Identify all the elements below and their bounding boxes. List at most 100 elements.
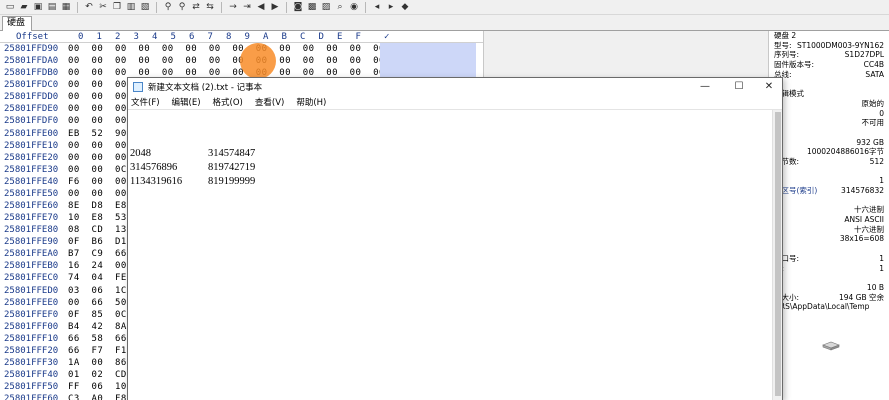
hex-bytes[interactable]: F6 00 00 <box>68 176 127 188</box>
info-value: ANSI ASCII <box>844 215 884 225</box>
notepad-text-area[interactable]: 2048 314574847 314576896 819742719 11343… <box>128 110 772 400</box>
hex-bytes[interactable]: 16 24 00 <box>68 260 127 272</box>
hex-bytes[interactable]: 0F 85 0C <box>68 309 127 321</box>
explore-icon[interactable]: ⌕ <box>334 2 346 13</box>
replace-icon[interactable]: ⇄ <box>190 2 202 13</box>
menu-edit[interactable]: 编辑(E) <box>172 96 201 108</box>
menu-help[interactable]: 帮助(H) <box>296 96 326 108</box>
hex-offset: 25801FFE30 <box>4 164 59 175</box>
copy-icon[interactable]: ❐ <box>111 2 123 13</box>
ascii-selection[interactable] <box>380 55 476 68</box>
column-header: D <box>318 32 324 42</box>
properties-icon[interactable]: ▦ <box>60 2 72 13</box>
hex-bytes[interactable]: 00 00 00 <box>68 115 127 127</box>
info-row <box>769 128 889 138</box>
scrollbar-thumb[interactable] <box>775 112 781 396</box>
print-icon[interactable]: ▤ <box>46 2 58 13</box>
back-icon[interactable]: ◀ <box>255 2 267 13</box>
hex-bytes[interactable]: 66 58 66 <box>68 333 127 345</box>
hex-bytes[interactable]: 00 00 00 <box>68 152 127 164</box>
hex-bytes[interactable]: 8E D8 E8 <box>68 200 127 212</box>
menu-format[interactable]: 格式(O) <box>213 96 243 108</box>
ram-icon[interactable]: ▩ <box>306 2 318 13</box>
info-value: ST1000DM003-9YN162 <box>797 40 884 50</box>
find-hex-icon[interactable]: ⚲ <box>176 2 188 13</box>
hex-bytes[interactable]: C3 A0 F8 <box>68 393 127 400</box>
hex-bytes[interactable]: B4 42 8A <box>68 321 127 333</box>
tab-disk-2[interactable]: 硬盘 2 <box>2 16 32 41</box>
notepad-icon <box>133 81 143 92</box>
new-icon[interactable]: ▭ <box>4 2 16 13</box>
info-value: 不可用 <box>861 118 885 128</box>
close-button[interactable]: ✕ <box>754 78 784 95</box>
info-row: 十六进制 <box>769 225 889 235</box>
hex-bytes[interactable]: 1A 00 86 <box>68 357 127 369</box>
ascii-selection[interactable] <box>380 43 476 55</box>
paste-special-icon[interactable]: ▧ <box>139 2 151 13</box>
hex-bytes[interactable]: 00 00 00 <box>68 188 127 200</box>
hex-bytes[interactable]: 00 00 00 <box>68 140 127 152</box>
image-icon[interactable]: ▨ <box>320 2 332 13</box>
column-header: E <box>337 32 343 42</box>
hex-bytes[interactable]: 00 66 50 <box>68 297 127 309</box>
menu-file[interactable]: 文件(F) <box>131 96 160 108</box>
hex-offset: 25801FFEC0 <box>4 273 59 284</box>
paste-icon[interactable]: ▥ <box>125 2 137 13</box>
analyze-icon[interactable]: ◉ <box>348 2 360 13</box>
notepad-vertical-scrollbar[interactable] <box>772 110 782 400</box>
info-row: 10 B <box>769 283 889 293</box>
hex-column-header: Offset 0 1 2 3 4 5 6 7 8 9 A B C D E F ✓ <box>0 31 483 43</box>
hex-offset: 25801FFEB0 <box>4 261 59 272</box>
cut-icon[interactable]: ✂ <box>97 2 109 13</box>
goto-sector-icon[interactable]: ⇥ <box>241 2 253 13</box>
hex-bytes[interactable]: 74 04 FE <box>68 272 127 284</box>
hex-bytes[interactable]: 10 E8 53 <box>68 212 127 224</box>
hex-offset: 25801FFE90 <box>4 237 59 248</box>
menu-view[interactable]: 查看(V) <box>255 96 284 108</box>
hex-offset: 25801FFEF0 <box>4 309 59 320</box>
hex-bytes[interactable]: 01 02 CD <box>68 369 127 381</box>
replace-hex-icon[interactable]: ⇆ <box>204 2 216 13</box>
undo-icon[interactable]: ↶ <box>83 2 95 13</box>
hex-bytes[interactable]: 00 00 00 <box>68 79 127 91</box>
notepad-window[interactable]: 新建文本文档 (2).txt - 记事本 — ☐ ✕ 文件(F) 编辑(E) 格… <box>127 77 783 400</box>
previous-icon[interactable]: ◂ <box>371 2 383 13</box>
hex-bytes[interactable]: 00 00 00 <box>68 91 127 103</box>
hex-bytes[interactable]: 00 00 00 <box>68 103 127 115</box>
info-row: 1000204886016字节 <box>769 147 889 157</box>
text-value: 314576896 <box>130 162 178 173</box>
hex-offset: 25801FFF20 <box>4 345 59 356</box>
disk-icon[interactable]: ◙ <box>292 2 304 13</box>
hint-icon[interactable]: ◆ <box>399 2 411 13</box>
open-icon[interactable]: ▰ <box>18 2 30 13</box>
info-value: 0 <box>879 108 884 118</box>
save-icon[interactable]: ▣ <box>32 2 44 13</box>
find-icon[interactable]: ⚲ <box>162 2 174 13</box>
minimize-button[interactable]: — <box>690 78 720 95</box>
column-header: 7 <box>207 32 213 42</box>
info-value: 原始的 <box>861 98 885 108</box>
notepad-titlebar[interactable]: 新建文本文档 (2).txt - 记事本 — ☐ ✕ <box>128 78 782 95</box>
hex-bytes[interactable]: 03 06 1C <box>68 285 127 297</box>
maximize-button[interactable]: ☐ <box>724 78 754 95</box>
hex-bytes[interactable]: FF 06 10 <box>68 381 127 393</box>
info-value: 1000204886016字节 <box>806 147 884 157</box>
hex-bytes[interactable]: 08 CD 13 <box>68 224 127 236</box>
next-icon[interactable]: ▸ <box>385 2 397 13</box>
tab-strip: 硬盘 2 <box>0 15 889 41</box>
hex-bytes[interactable]: 66 F7 F1 <box>68 345 127 357</box>
hex-offset: 25801FFE50 <box>4 188 59 199</box>
hex-offset: 25801FFF10 <box>4 333 59 344</box>
info-panel: 硬盘 2 型号: ST1000DM003-9YN162 序列号: S1D27DPL 固件版… <box>768 31 889 400</box>
hex-bytes[interactable]: B7 C9 66 <box>68 248 127 260</box>
disk-drive-icon <box>822 341 840 351</box>
info-value: 1 <box>879 263 884 273</box>
hex-bytes[interactable]: 0F B6 D1 <box>68 236 127 248</box>
hex-bytes[interactable]: 00 00 0C <box>68 164 127 176</box>
info-row <box>769 167 889 177</box>
info-row: 扇区号(索引) 314576832 <box>769 186 889 196</box>
column-header: 3 <box>133 32 139 42</box>
forward-icon[interactable]: ▶ <box>269 2 281 13</box>
goto-offset-icon[interactable]: → <box>227 2 239 13</box>
hex-bytes[interactable]: EB 52 90 <box>68 128 127 140</box>
